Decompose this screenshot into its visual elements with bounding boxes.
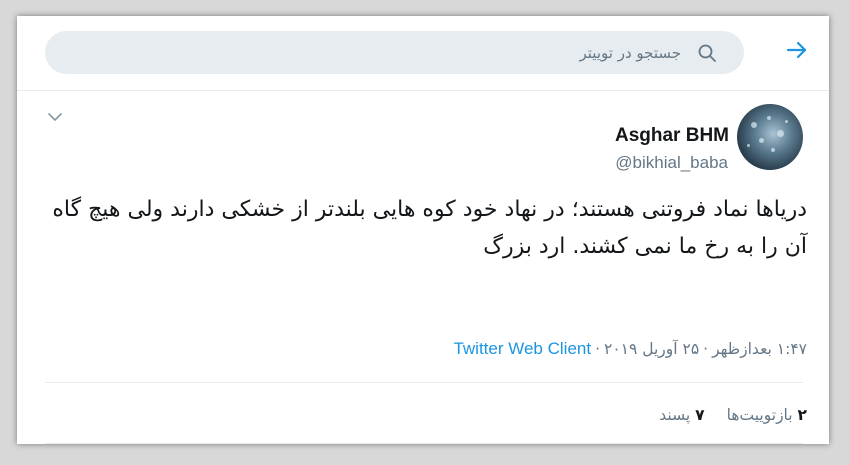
likes-stat[interactable]: ۷ پسند xyxy=(659,406,704,424)
display-name[interactable]: Asghar BHM xyxy=(615,125,729,147)
search-icon[interactable] xyxy=(697,43,717,63)
tweet-stats: ۲ بازتوییت‌ها ۷ پسند xyxy=(637,406,807,424)
separator-dot: · xyxy=(703,340,709,358)
tweet-time[interactable]: ۱:۴۷ بعدازظهر xyxy=(712,340,807,358)
separator-dot: · xyxy=(595,340,601,358)
header xyxy=(17,16,829,91)
user-handle[interactable]: @bikhial_baba xyxy=(615,153,728,173)
divider xyxy=(45,382,803,383)
source-link[interactable]: Twitter Web Client xyxy=(453,339,591,358)
chevron-down-icon[interactable] xyxy=(45,107,65,127)
tweet-date[interactable]: ۲۵ آوریل ۲۰۱۹ xyxy=(604,340,699,358)
tweet-window: Asghar BHM @bikhial_baba دریاها نماد فرو… xyxy=(17,16,829,444)
likes-count: ۷ xyxy=(695,406,705,424)
likes-label: پسند xyxy=(659,406,691,424)
divider xyxy=(45,443,803,444)
tweet-text: دریاها نماد فروتنی هستند؛ در نهاد خود کو… xyxy=(52,197,807,259)
retweets-label: بازتوییت‌ها xyxy=(726,406,793,424)
retweets-stat[interactable]: ۲ بازتوییت‌ها xyxy=(727,406,807,424)
tweet: Asghar BHM @bikhial_baba دریاها نماد فرو… xyxy=(17,91,829,444)
search-input[interactable] xyxy=(61,31,681,74)
arrow-right-icon xyxy=(786,41,807,59)
back-button[interactable] xyxy=(783,36,811,64)
tweet-meta: ۱:۴۷ بعدازظهر·۲۵ آوریل ۲۰۱۹·Twitter Web … xyxy=(453,339,807,359)
search-box[interactable] xyxy=(45,31,744,74)
retweets-count: ۲ xyxy=(797,406,807,424)
avatar[interactable] xyxy=(737,104,803,170)
